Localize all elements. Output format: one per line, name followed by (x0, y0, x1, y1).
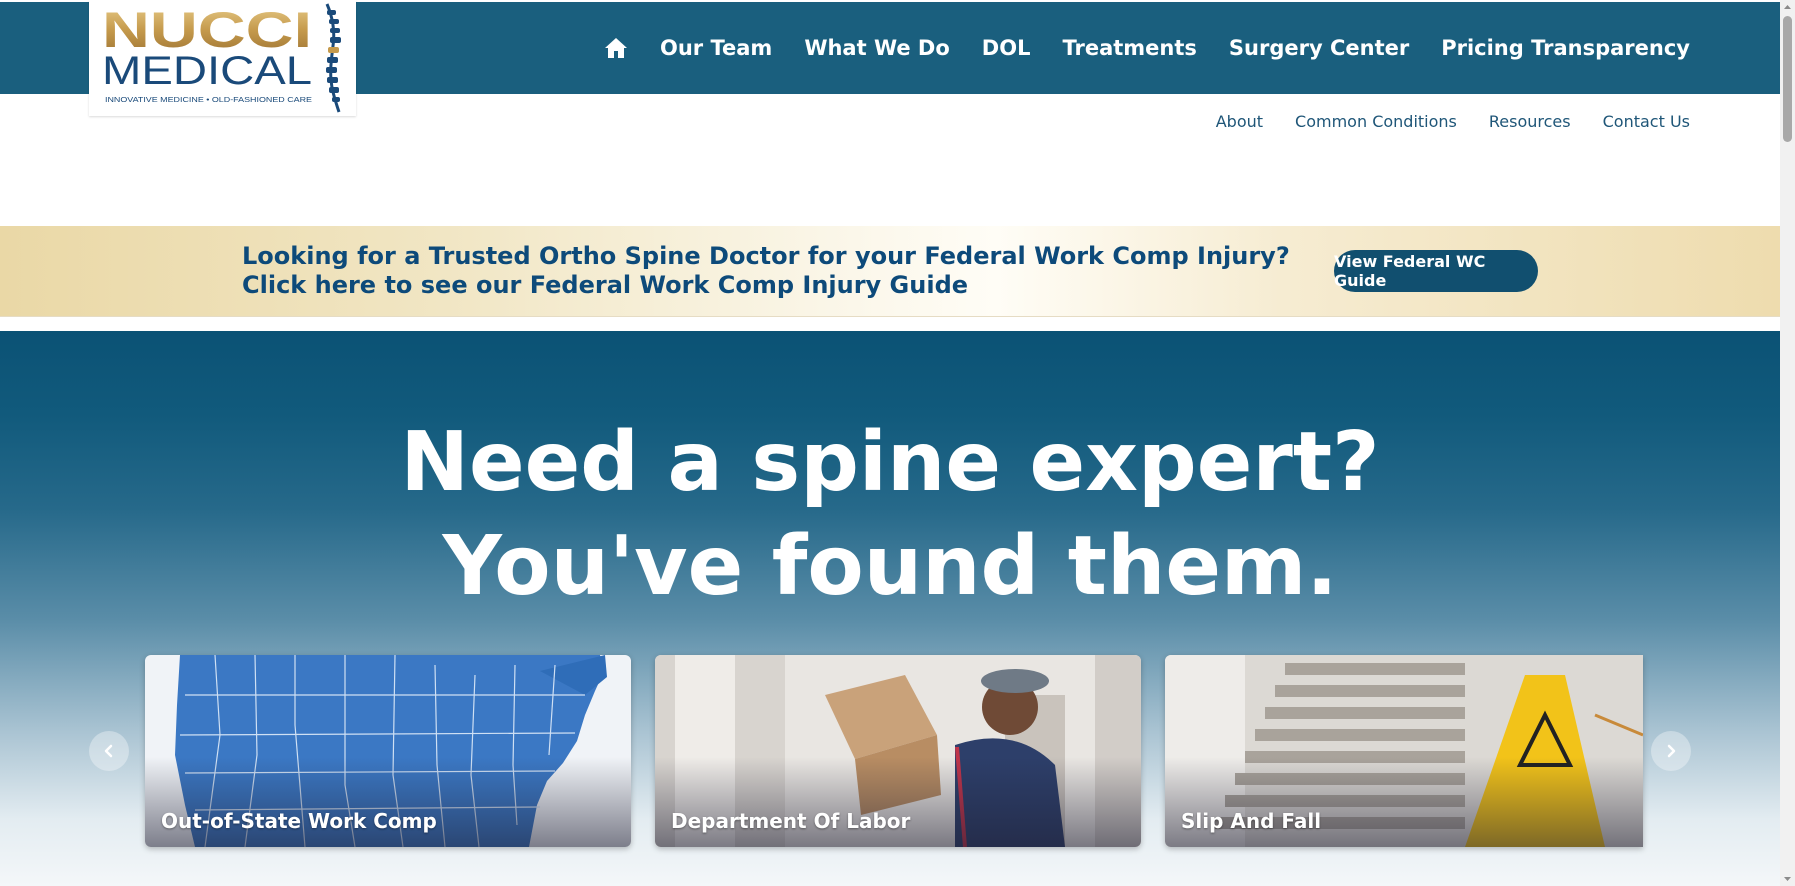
card-gradient-overlay (655, 757, 1141, 847)
banner-text[interactable]: Looking for a Trusted Ortho Spine Doctor… (242, 242, 1302, 300)
card-gradient-overlay (145, 757, 631, 847)
nav-surgery-center[interactable]: Surgery Center (1229, 36, 1409, 60)
nav-treatments[interactable]: Treatments (1062, 36, 1196, 60)
carousel-prev-button[interactable] (89, 731, 129, 771)
subnav-resources[interactable]: Resources (1489, 112, 1571, 131)
scroll-down-arrow-icon[interactable] (1783, 874, 1792, 883)
card-out-of-state-work-comp[interactable]: Out-of-State Work Comp (145, 655, 631, 847)
nav-our-team[interactable]: Our Team (660, 36, 772, 60)
hero-title: Need a spine expert? You've found them. (0, 411, 1780, 619)
scroll-up-arrow-icon[interactable] (1783, 3, 1792, 12)
page-scrollbar[interactable] (1780, 0, 1795, 886)
nav-pricing-transparency[interactable]: Pricing Transparency (1441, 36, 1690, 60)
logo-line2: MEDICAL (102, 49, 312, 93)
hero-section: Need a spine expert? You've found them. (0, 331, 1780, 886)
nucci-medical-logo[interactable]: NUCCI MEDICAL INNOVATIVE MEDICINE • OLD-… (89, 0, 356, 116)
card-gradient-overlay (1165, 757, 1643, 847)
main-navigation: Our Team What We Do DOL Treatments Surge… (604, 2, 1690, 94)
carousel-next-button[interactable] (1651, 731, 1691, 771)
secondary-navigation: About Common Conditions Resources Contac… (1216, 112, 1690, 131)
subnav-contact-us[interactable]: Contact Us (1603, 112, 1690, 131)
subnav-about[interactable]: About (1216, 112, 1263, 131)
card-label: Slip And Fall (1181, 809, 1322, 833)
home-icon[interactable] (604, 36, 628, 60)
logo-tagline: INNOVATIVE MEDICINE • OLD-FASHIONED CARE (105, 95, 312, 104)
hero-title-line2: You've found them. (442, 519, 1338, 614)
chevron-right-icon (1667, 744, 1676, 758)
subnav-common-conditions[interactable]: Common Conditions (1295, 112, 1457, 131)
spine-graphic (325, 3, 341, 113)
card-label: Department Of Labor (671, 809, 911, 833)
card-label: Out-of-State Work Comp (161, 809, 437, 833)
scrollbar-thumb[interactable] (1783, 16, 1792, 142)
view-federal-wc-guide-button[interactable]: View Federal WC Guide (1334, 250, 1538, 292)
card-slip-and-fall[interactable]: Slip And Fall (1165, 655, 1643, 847)
federal-wc-banner: Looking for a Trusted Ortho Spine Doctor… (0, 226, 1780, 317)
hero-title-line1: Need a spine expert? (400, 415, 1380, 510)
chevron-left-icon (104, 744, 113, 758)
nav-dol[interactable]: DOL (982, 36, 1031, 60)
card-department-of-labor[interactable]: Department Of Labor (655, 655, 1141, 847)
nav-what-we-do[interactable]: What We Do (804, 36, 949, 60)
